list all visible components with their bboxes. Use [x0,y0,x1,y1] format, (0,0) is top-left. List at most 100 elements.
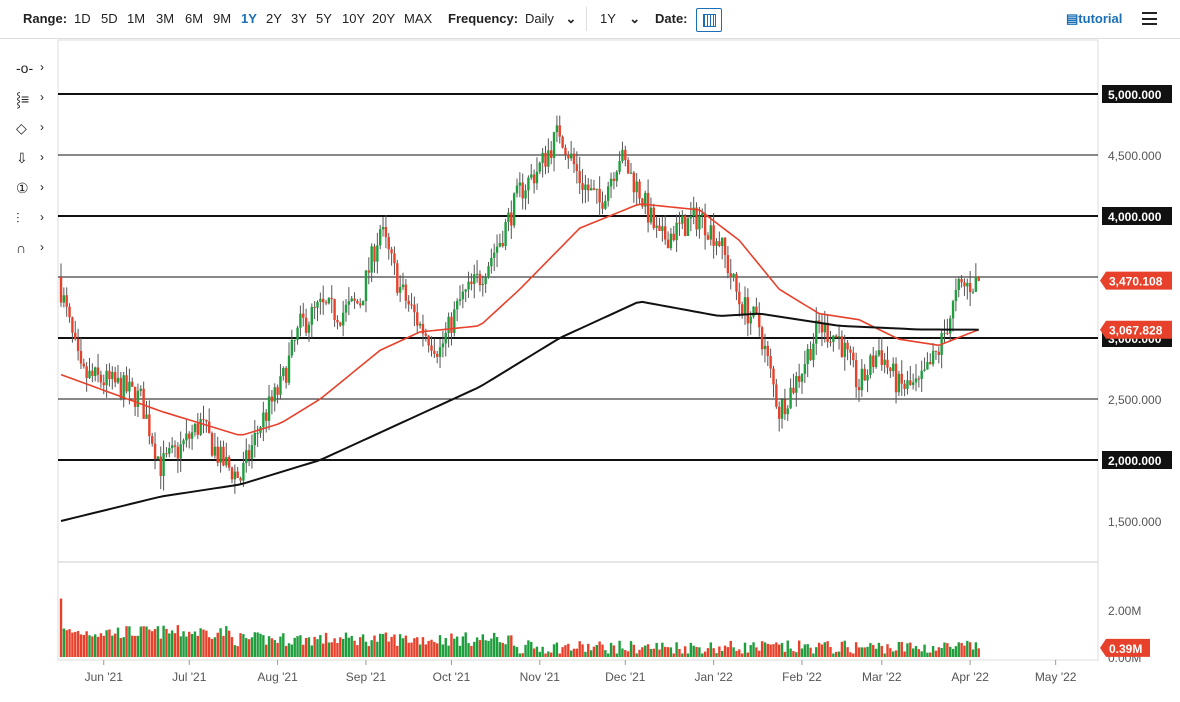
candle-up [675,222,678,241]
volume-bar [245,638,248,657]
candle-up [869,355,872,376]
volume-bar [567,643,570,657]
volume-bar [797,640,801,657]
volume-bar [886,644,889,657]
volume-bar [113,633,117,657]
volume-bar [507,635,510,657]
volume-bar [652,648,655,657]
volume-bar [966,640,969,657]
volume-bar [874,648,878,657]
volume-bar [786,640,789,657]
candle-up [584,184,587,190]
candle-up [803,364,807,374]
volume-bar [669,647,673,657]
candle-up [743,297,747,316]
volume-bar [926,652,929,657]
candle-up [307,324,311,333]
candle-up [282,367,285,377]
volume-bar [569,650,573,657]
candle-up [498,242,502,247]
candle-up [721,237,724,247]
volume-bar [743,642,747,657]
volume-bar [626,651,630,657]
candle-down [903,383,906,389]
candle-up [518,182,522,186]
volume-bar [59,598,63,657]
volume-bar [413,638,416,657]
candle-down [775,384,778,407]
volume-bar [225,626,228,657]
volume-bar [638,649,641,657]
volume-bar [424,644,427,657]
candle-down [601,202,604,209]
volume-bar [418,644,422,657]
volume-bar [735,651,738,657]
volume-bar [79,634,83,657]
candle-up [145,414,148,419]
volume-bar [635,653,638,657]
candle-down [532,174,536,184]
candle-down [624,149,627,161]
candle-down [561,136,564,148]
candle-up [860,368,864,391]
volume-bar [789,648,792,657]
volume-bar [438,635,442,657]
volume-bar [766,643,769,657]
volume-bar [968,642,972,657]
volume-bar [208,637,211,657]
x-tick-label: Aug '21 [257,670,298,684]
candle-down [829,341,832,343]
volume-bar [265,644,268,657]
candle-down [470,281,473,284]
volume-bar [809,647,812,657]
candle-up [464,289,467,292]
candle-up [957,279,960,290]
candle-down [393,253,396,264]
volume-bar [85,631,88,657]
volume-bar [176,625,180,657]
price-chart[interactable]: 1,500.0002,000.0002,500.0003,000.0003,50… [0,0,1180,702]
volume-bar [769,644,772,657]
candle-up [552,132,556,158]
candle-up [920,370,923,379]
candle-up [931,350,935,365]
candle-down [738,291,741,305]
candle-down [638,181,641,199]
candle-up [376,245,379,262]
volume-bar [170,630,174,657]
candle-up [481,283,484,286]
candle-down [68,306,71,318]
volume-bar [547,651,550,657]
volume-bar [455,636,459,657]
candle-down [889,367,892,372]
candle-down [82,363,85,367]
candle-up [763,345,767,350]
volume-bar [168,633,171,657]
volume-bar [544,653,547,657]
volume-bar [795,652,798,657]
x-tick-label: Dec '21 [605,670,646,684]
volume-bar [592,646,596,657]
volume-bar [373,635,376,657]
volume-bar [949,646,952,657]
candle-down [521,182,524,199]
candle-down [678,222,681,224]
volume-bar [131,635,134,657]
candle-down [826,322,829,342]
volume-bar [946,643,949,657]
candle-down [510,212,513,226]
volume-bar [909,642,912,657]
candle-up [806,349,809,365]
volume-bar [903,651,906,657]
volume-bar [911,648,915,657]
candle-down [113,371,117,383]
candle-down [276,387,279,395]
candle-down [333,299,336,320]
volume-bar [210,639,214,657]
volume-bar [515,647,519,657]
x-tick-label: Feb '22 [782,670,822,684]
candle-up [381,226,385,230]
volume-bar [458,645,462,657]
candle-up [812,343,815,361]
candle-up [441,343,445,348]
